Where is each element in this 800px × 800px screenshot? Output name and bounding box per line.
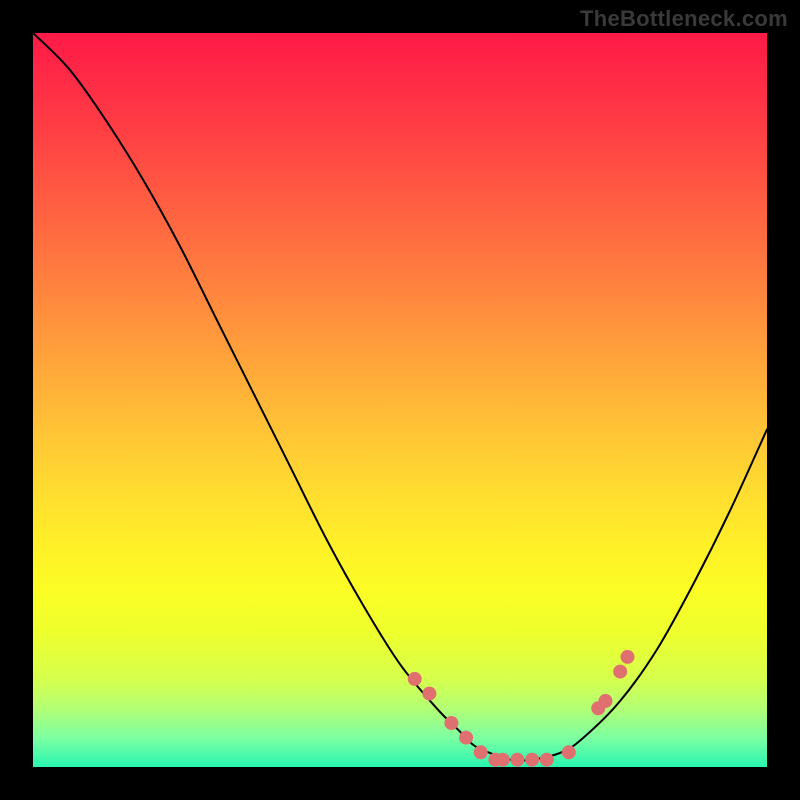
highlight-point bbox=[408, 672, 422, 686]
highlight-point bbox=[525, 753, 539, 767]
highlight-point bbox=[510, 753, 524, 767]
chart-svg bbox=[33, 33, 767, 767]
highlight-point bbox=[613, 665, 627, 679]
highlight-point bbox=[599, 694, 613, 708]
highlight-point bbox=[562, 745, 576, 759]
highlight-point bbox=[621, 650, 635, 664]
highlight-point bbox=[444, 716, 458, 730]
highlight-point bbox=[496, 753, 510, 767]
bottleneck-curve bbox=[33, 33, 767, 761]
highlight-point bbox=[422, 687, 436, 701]
plot-area bbox=[33, 33, 767, 767]
chart-frame: TheBottleneck.com bbox=[0, 0, 800, 800]
highlight-point bbox=[459, 731, 473, 745]
watermark-text: TheBottleneck.com bbox=[580, 6, 788, 32]
highlight-point bbox=[540, 753, 554, 767]
highlight-points bbox=[408, 650, 635, 767]
highlight-point bbox=[474, 745, 488, 759]
